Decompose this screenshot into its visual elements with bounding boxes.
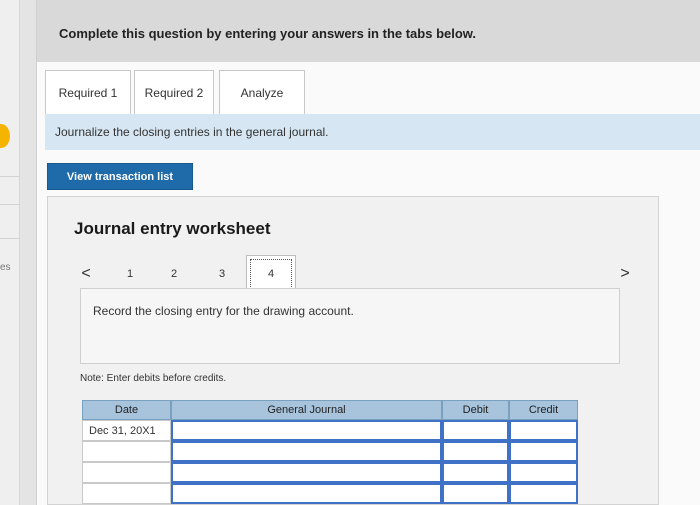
record-instruction-text: Record the closing entry for the drawing…: [93, 304, 354, 318]
tab-required-2[interactable]: Required 2: [134, 70, 214, 114]
journal-entry-worksheet: Journal entry worksheet < 1 2 3 4 > Reco…: [47, 196, 659, 505]
question-header: Complete this question by entering your …: [37, 0, 700, 62]
general-journal-input[interactable]: [171, 420, 442, 441]
view-transaction-list-button[interactable]: View transaction list: [47, 163, 193, 190]
page-4-label: 4: [250, 259, 292, 289]
debit-input[interactable]: [442, 462, 509, 483]
instruction-text: Journalize the closing entries in the ge…: [55, 125, 329, 139]
general-journal-input[interactable]: [171, 462, 442, 483]
general-journal-input[interactable]: [171, 441, 442, 462]
credit-input[interactable]: [509, 441, 578, 462]
debit-input[interactable]: [442, 483, 509, 504]
left-panel-text: es: [0, 262, 11, 273]
credit-input[interactable]: [509, 420, 578, 441]
credit-input[interactable]: [509, 462, 578, 483]
debit-input[interactable]: [442, 441, 509, 462]
left-panel-edge: es: [0, 0, 20, 505]
left-panel-divider: [0, 238, 20, 239]
question-panel: Complete this question by entering your …: [36, 0, 700, 505]
date-cell: Dec 31, 20X1: [82, 420, 171, 441]
journal-table: Date General Journal Debit Credit Dec 31…: [82, 400, 578, 505]
question-header-text: Complete this question by entering your …: [59, 26, 477, 41]
tab-required-1[interactable]: Required 1: [45, 70, 131, 114]
entry-note: Note: Enter debits before credits.: [80, 373, 227, 384]
instruction-banner: Journalize the closing entries in the ge…: [45, 114, 700, 150]
date-cell: [82, 483, 171, 504]
column-header-debit: Debit: [442, 400, 509, 420]
tab-analyze[interactable]: Analyze: [219, 70, 305, 114]
general-journal-input[interactable]: [171, 483, 442, 504]
column-header-general-journal: General Journal: [171, 400, 442, 420]
worksheet-title: Journal entry worksheet: [74, 219, 271, 238]
date-cell: [82, 441, 171, 462]
left-panel-divider: [0, 176, 20, 177]
left-panel-divider: [0, 204, 20, 205]
column-header-credit: Credit: [509, 400, 578, 420]
column-header-date: Date: [82, 400, 171, 420]
debit-input[interactable]: [442, 420, 509, 441]
credit-input[interactable]: [509, 483, 578, 504]
record-instruction-box: Record the closing entry for the drawing…: [80, 288, 620, 364]
date-cell: [82, 462, 171, 483]
